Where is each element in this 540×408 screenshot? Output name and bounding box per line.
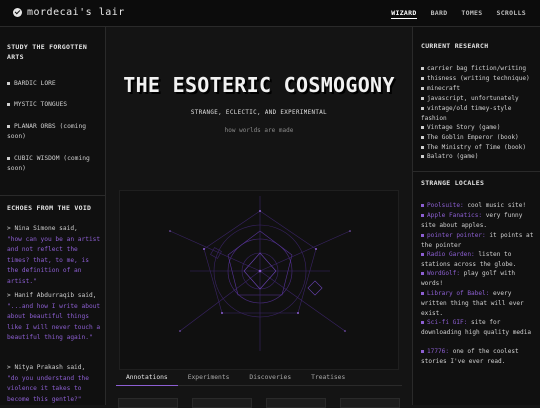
bullet-icon bbox=[421, 86, 424, 90]
echo-entry: > Hanif Abdurraqib said, "...and how I w… bbox=[7, 291, 102, 344]
nav-item-scrolls[interactable]: SCROLLS bbox=[497, 9, 527, 19]
bullet-icon bbox=[421, 252, 424, 256]
echo-quote: "...and how I write about about beautifu… bbox=[7, 302, 101, 342]
study-section-title: STUDY THE FORGOTTEN ARTS bbox=[7, 43, 88, 61]
echo-author: > Hanif Abdurraqib said, bbox=[7, 292, 97, 299]
bullet-icon bbox=[421, 320, 424, 324]
site-title: mordecai's lair bbox=[27, 7, 125, 18]
nav-item-bard[interactable]: BARD bbox=[431, 9, 448, 19]
bullet-icon bbox=[7, 81, 10, 85]
echo-quote: "do you understand the violence it takes… bbox=[7, 374, 89, 403]
tab-treatises[interactable]: Treatises bbox=[301, 373, 355, 385]
bullet-icon bbox=[421, 213, 424, 217]
constellation-graphic bbox=[169, 196, 351, 351]
cosmogony-visualization[interactable] bbox=[119, 190, 399, 370]
bullet-icon bbox=[421, 106, 424, 110]
research-item: minecraft bbox=[421, 84, 537, 94]
echo-entry: > Nina Simone said, "how can you be an a… bbox=[7, 224, 102, 288]
locale-link[interactable]: Poolsuite: bbox=[427, 202, 464, 209]
hero-subtitle: STRANGE, ECLECTIC, AND EXPERIMENTAL bbox=[190, 110, 328, 116]
research-item: Vintage Story (game) bbox=[421, 123, 537, 133]
study-item-planar-orbs[interactable]: PLANAR ORBS (coming soon) bbox=[7, 122, 101, 142]
research-item: javascript, unfortunately bbox=[421, 94, 537, 104]
sidebar-divider bbox=[0, 195, 105, 196]
sidebar-divider bbox=[413, 171, 540, 172]
top-nav-bar: mordecai's lair WIZARD BARD TOMES SCROLL… bbox=[0, 0, 540, 27]
right-sidebar: CURRENT RESEARCH carrier bag fiction/wri… bbox=[412, 27, 540, 405]
research-item: vintage/old timey-style fashion bbox=[421, 105, 512, 122]
locale-link[interactable]: 17776: bbox=[427, 348, 449, 355]
main-nav: WIZARD BARD TOMES SCROLLS bbox=[391, 9, 526, 19]
locale-item[interactable]: Library of Babel: every written thing th… bbox=[421, 289, 537, 318]
echo-entry: > Nitya Prakash said, "do you understand… bbox=[7, 363, 102, 405]
bullet-icon bbox=[7, 124, 10, 128]
locale-link[interactable]: Library of Babel: bbox=[427, 290, 489, 297]
research-item: thisness (writing technique) bbox=[421, 74, 537, 84]
hero-tagline: how worlds are made bbox=[224, 127, 294, 134]
research-item: Balatro (game) bbox=[421, 152, 537, 162]
bullet-icon bbox=[7, 102, 10, 106]
locale-link[interactable]: Apple Fanatics: bbox=[427, 212, 482, 219]
locale-link[interactable]: WordGolf: bbox=[427, 270, 460, 277]
bullet-icon bbox=[7, 156, 10, 160]
study-item-label: CUBIC WISDOM (coming soon) bbox=[7, 155, 90, 172]
research-section-title: CURRENT RESEARCH bbox=[421, 42, 489, 50]
left-sidebar: STUDY THE FORGOTTEN ARTS BARDIC LORE MYS… bbox=[0, 27, 106, 405]
bullet-icon bbox=[421, 145, 424, 149]
locale-link[interactable]: pointer pointer: bbox=[427, 232, 486, 239]
locales-section-title: STRANGE LOCALES bbox=[421, 179, 485, 187]
locale-item[interactable]: Apple Fanatics: very funny site about ap… bbox=[421, 211, 537, 231]
tab-experiments[interactable]: Experiments bbox=[178, 373, 240, 385]
locale-item[interactable]: 17776: one of the coolest stories I've e… bbox=[421, 347, 537, 367]
bullet-icon bbox=[421, 203, 424, 207]
bullet-icon bbox=[421, 125, 424, 129]
bullet-icon bbox=[421, 135, 424, 139]
locale-item[interactable]: Poolsuite: cool music site! bbox=[421, 201, 537, 211]
locale-item[interactable]: pointer pointer: it points at the pointe… bbox=[421, 231, 537, 251]
content-tabs: Annotations Experiments Discoveries Trea… bbox=[116, 373, 402, 386]
locale-link[interactable]: Sci-fi GIF: bbox=[427, 319, 467, 326]
echo-quote: "how can you be an artist and not reflec… bbox=[7, 235, 101, 285]
content-card[interactable] bbox=[192, 398, 252, 408]
locale-desc: cool music site! bbox=[467, 202, 527, 209]
echo-author: > Nitya Prakash said, bbox=[7, 364, 86, 371]
locale-item[interactable]: Sci-fi GIF: site for downloading high qu… bbox=[421, 318, 537, 338]
bullet-icon bbox=[421, 349, 424, 353]
bullet-icon bbox=[421, 76, 424, 80]
bullet-icon bbox=[421, 96, 424, 100]
research-item: The Goblin Emperor (book) bbox=[421, 133, 537, 143]
bullet-icon bbox=[421, 271, 424, 275]
locale-item[interactable]: WordGolf: play golf with words! bbox=[421, 269, 537, 289]
study-item-mystic-tongues[interactable]: MYSTIC TONGUES bbox=[7, 100, 101, 110]
study-item-label: MYSTIC TONGUES bbox=[14, 101, 68, 108]
main-content: THE ESOTERIC COSMOGONY STRANGE, ECLECTIC… bbox=[106, 27, 412, 408]
study-item-label: PLANAR ORBS (coming soon) bbox=[7, 123, 87, 140]
study-item-bardic-lore[interactable]: BARDIC LORE bbox=[7, 79, 101, 89]
bullet-icon bbox=[421, 291, 424, 295]
bullet-icon bbox=[421, 154, 424, 158]
locale-item[interactable]: Radio Garden: listen to stations across … bbox=[421, 250, 537, 270]
content-card[interactable] bbox=[340, 398, 400, 408]
bullet-icon bbox=[421, 233, 424, 237]
tab-annotations[interactable]: Annotations bbox=[116, 373, 178, 386]
check-circle-icon bbox=[13, 8, 22, 17]
nav-item-tomes[interactable]: TOMES bbox=[461, 9, 482, 19]
study-item-label: BARDIC LORE bbox=[14, 80, 56, 87]
tab-discoveries[interactable]: Discoveries bbox=[239, 373, 301, 385]
nav-item-wizard[interactable]: WIZARD bbox=[391, 9, 417, 19]
card-row bbox=[118, 398, 408, 408]
content-card[interactable] bbox=[266, 398, 326, 408]
echo-author: > Nina Simone said, bbox=[7, 225, 78, 232]
bullet-icon bbox=[421, 66, 424, 70]
study-item-cubic-wisdom[interactable]: CUBIC WISDOM (coming soon) bbox=[7, 154, 101, 174]
content-card[interactable] bbox=[118, 398, 178, 408]
locale-link[interactable]: Radio Garden: bbox=[427, 251, 475, 258]
research-item: carrier bag fiction/writing bbox=[421, 64, 537, 74]
echoes-section-title: ECHOES FROM THE VOID bbox=[7, 204, 92, 212]
hero-title: THE ESOTERIC COSMOGONY bbox=[123, 73, 395, 97]
site-logo[interactable]: mordecai's lair bbox=[13, 7, 125, 18]
